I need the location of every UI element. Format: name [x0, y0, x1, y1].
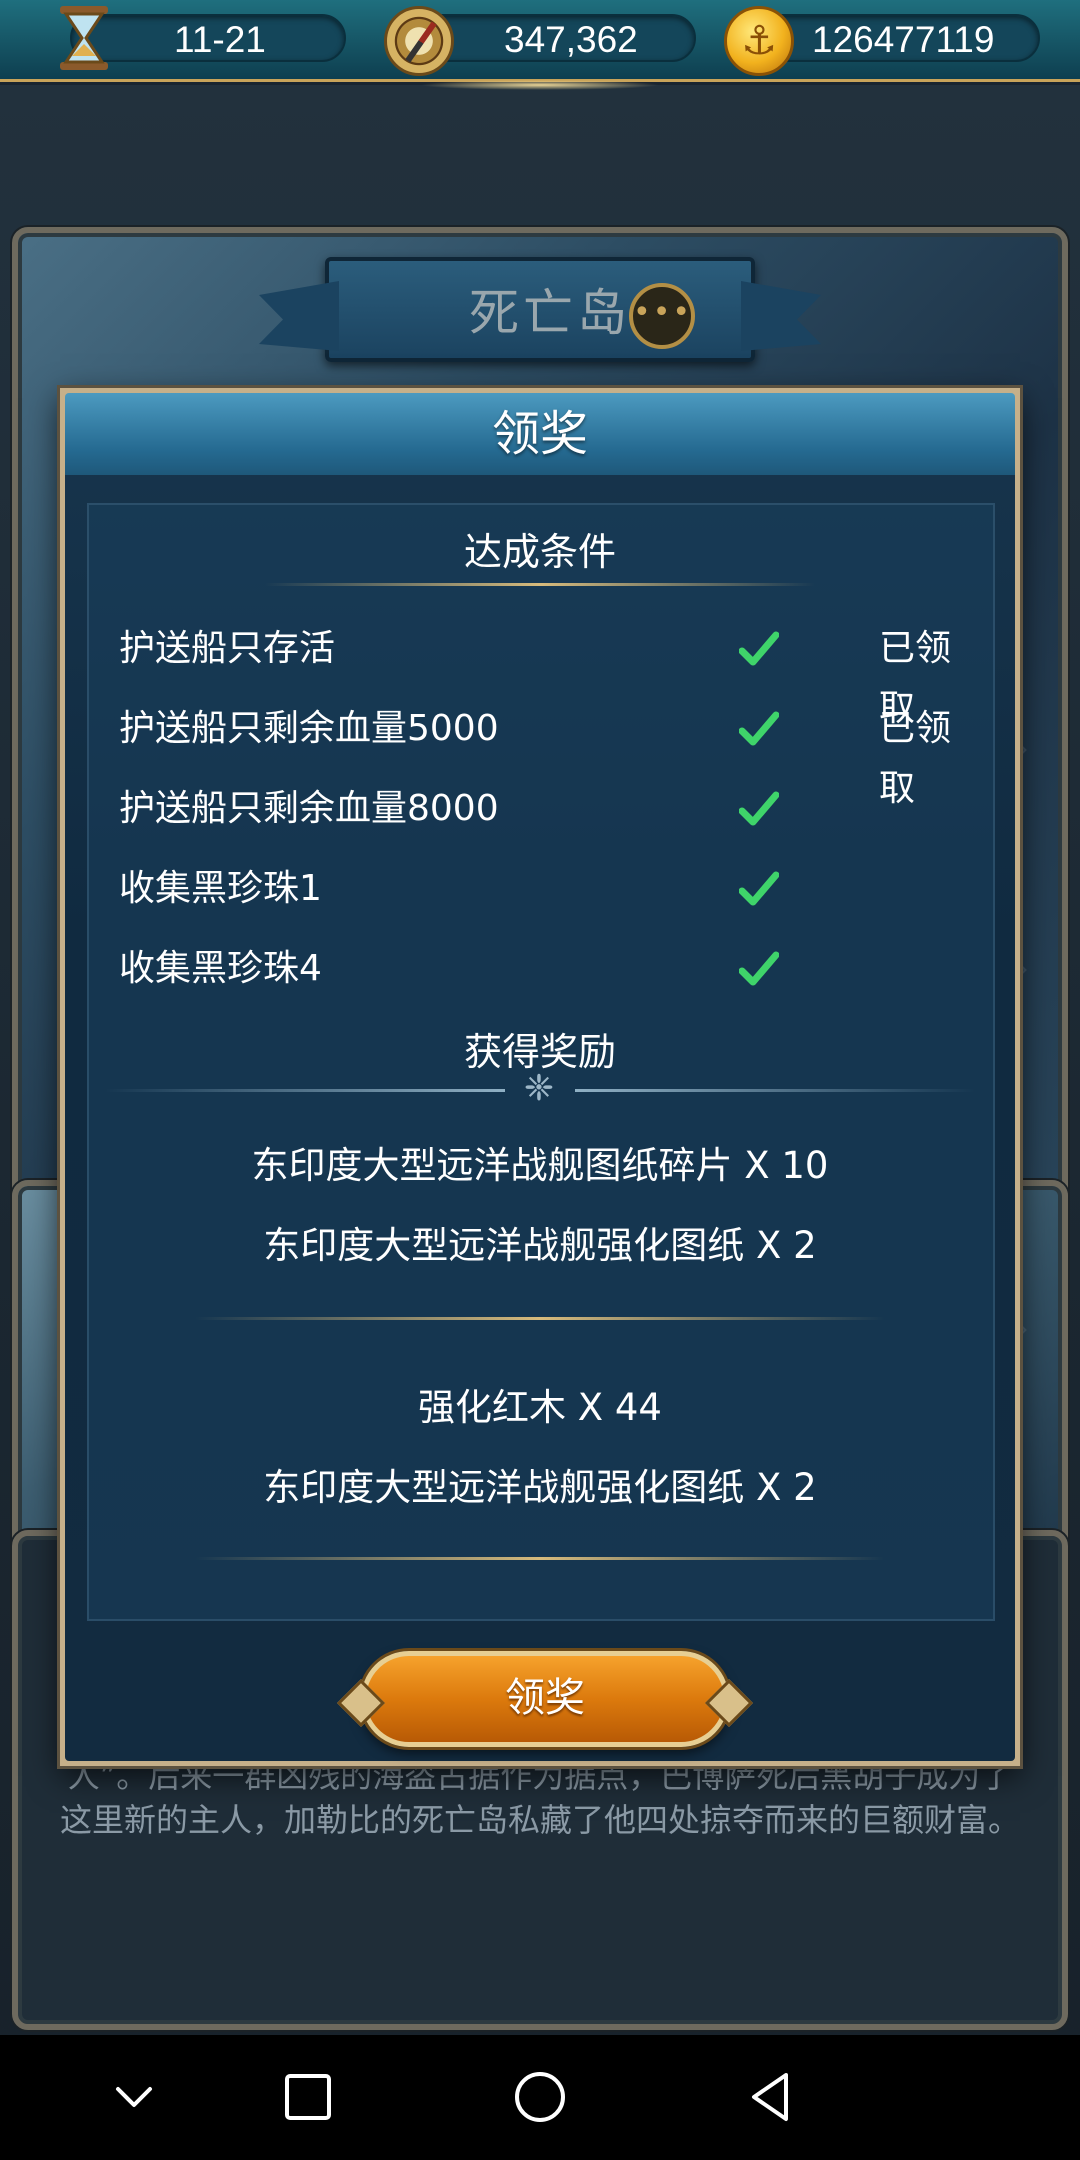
- divider: [575, 1089, 975, 1092]
- resource-bar: 11-21 347,362 126477119 ⚓: [0, 0, 1080, 90]
- divider: [195, 1557, 885, 1560]
- reward-item: 东印度大型远洋战舰图纸碎片 X 10: [251, 1144, 829, 1187]
- ornament-icon: ❈: [523, 1068, 555, 1109]
- claim-reward-button[interactable]: 领奖: [361, 1651, 729, 1747]
- reward-dialog: 领奖 达成条件 护送船只存活 已领取 护送船只剩余血量5000 已领取 护送船只…: [60, 388, 1020, 1766]
- check-icon: [739, 631, 779, 666]
- compass-icon: [384, 6, 454, 76]
- divider: [195, 1317, 885, 1320]
- condition-label: 护送船只剩余血量8000: [119, 788, 499, 829]
- stage-title-ribbon: 死亡岛 •••: [325, 257, 755, 362]
- conditions-heading: 达成条件: [463, 530, 616, 574]
- recent-apps-icon[interactable]: [276, 2065, 340, 2129]
- check-icon: [739, 951, 779, 986]
- condition-label: 护送船只剩余血量5000: [119, 708, 499, 749]
- reward-item: 东印度大型远洋战舰强化图纸 X 2: [263, 1466, 817, 1509]
- corner-ornament: [61, 1729, 97, 1765]
- condition-row: 护送船只剩余血量5000 已领取: [119, 699, 979, 809]
- anchor-coin-icon: ⚓: [724, 6, 794, 76]
- divider: [105, 1089, 505, 1092]
- condition-row: 护送船只存活 已领取: [119, 619, 979, 729]
- system-nav-bar: [0, 2035, 1080, 2160]
- home-icon[interactable]: [508, 2065, 572, 2129]
- condition-row: 护送船只剩余血量8000: [119, 779, 979, 839]
- condition-label: 收集黑珍珠4: [119, 948, 322, 989]
- corner-ornament: [61, 389, 97, 425]
- back-icon[interactable]: [738, 2065, 802, 2129]
- hourglass-icon: [60, 6, 108, 70]
- reward-item: 强化红木 X 44: [418, 1386, 662, 1429]
- compass-value: 347,362: [504, 19, 638, 60]
- check-icon: [739, 871, 779, 906]
- corner-ornament: [983, 1729, 1019, 1765]
- condition-row: 收集黑珍珠1: [119, 859, 979, 919]
- check-icon: [739, 791, 779, 826]
- chat-bubble-icon[interactable]: •••: [629, 283, 695, 349]
- gold-value: 126477119: [812, 19, 995, 60]
- stage-title: 死亡岛: [469, 284, 631, 342]
- progress-value: 11-21: [174, 19, 266, 60]
- chevron-down-icon[interactable]: [102, 2065, 166, 2129]
- corner-ornament: [983, 389, 1019, 425]
- divider: [265, 583, 815, 586]
- reward-item: 东印度大型远洋战舰强化图纸 X 2: [263, 1224, 817, 1267]
- check-icon: [739, 711, 779, 746]
- dialog-title: 领奖: [65, 393, 1015, 475]
- condition-row: 收集黑珍珠4: [119, 939, 979, 999]
- condition-label: 收集黑珍珠1: [119, 868, 322, 909]
- condition-label: 护送船只存活: [119, 628, 336, 669]
